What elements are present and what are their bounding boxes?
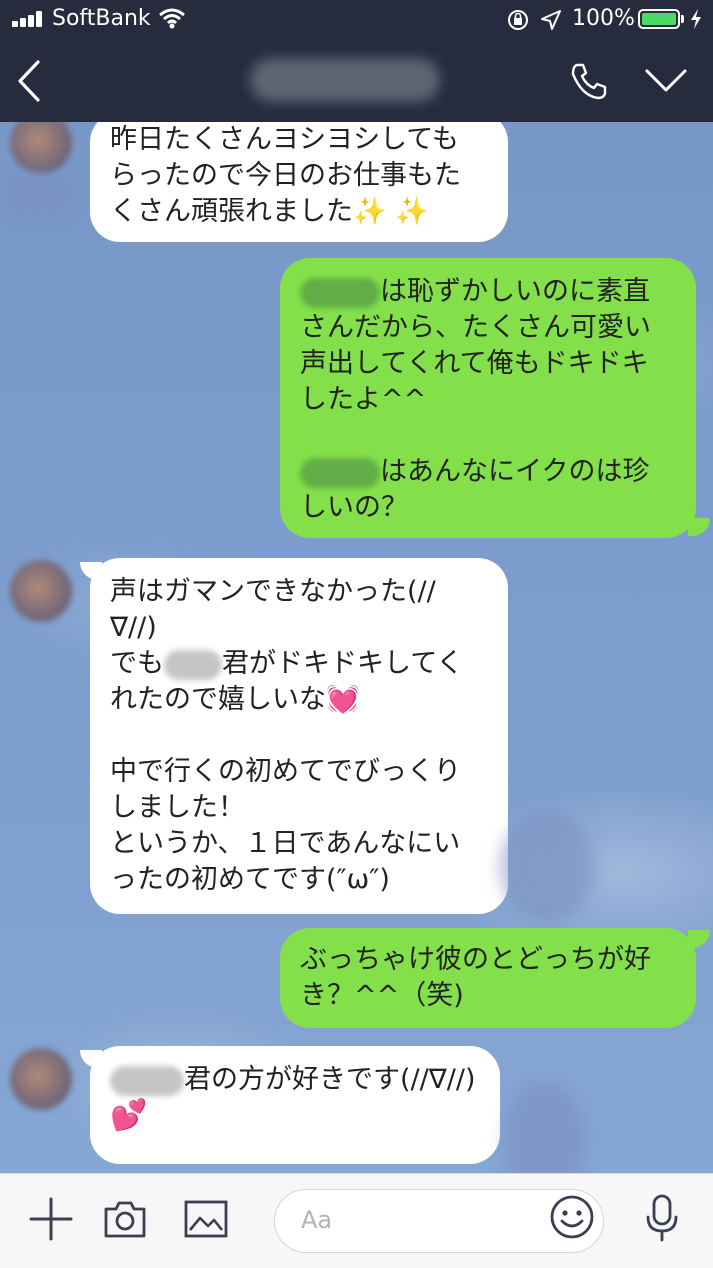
message-list[interactable]: 昨日たくさんヨシヨシしても らったので今日のお仕事もた くさん頑張れました✨ ✨…: [0, 122, 713, 1173]
redacted-name: [300, 277, 380, 308]
image-icon[interactable]: [182, 1196, 230, 1242]
redacted-name: [300, 457, 380, 488]
contact-name: [250, 58, 440, 102]
message-text: [300, 418, 676, 454]
message-text: というか、１日であんなにい: [110, 828, 461, 859]
location-icon: [541, 10, 561, 30]
charging-icon: [691, 9, 701, 29]
bubble-tail: [688, 930, 710, 948]
message-bubble-incoming[interactable]: 君の方が好きです(//∇//) 💕: [90, 1046, 500, 1164]
input-bar: Aa: [0, 1173, 713, 1268]
chevron-down-icon[interactable]: [644, 66, 688, 96]
message-text: 君がドキドキしてく: [222, 648, 464, 679]
message-text: しいの？: [300, 492, 408, 523]
battery-tip: [681, 15, 684, 23]
emoji-icon[interactable]: [548, 1193, 596, 1241]
message-text: はあんなにイクのは珍: [380, 456, 650, 487]
message-text: しました！: [110, 792, 245, 823]
message-text: さんだから、たくさん可愛い: [300, 312, 651, 343]
message-text: 💕: [110, 1098, 148, 1133]
rotation-lock-icon: [508, 10, 528, 30]
camera-icon[interactable]: [102, 1196, 148, 1242]
chat-header: SoftBank 100%: [0, 0, 713, 122]
message-text: 昨日たくさんヨシヨシしても: [110, 124, 459, 155]
message-text: 声出してくれて俺もドキドキ: [300, 348, 649, 379]
wifi-icon: [159, 8, 185, 29]
message-text: でも: [110, 648, 164, 679]
message-text: [110, 718, 488, 754]
plus-icon[interactable]: [28, 1196, 74, 1242]
status-bar: SoftBank 100%: [0, 0, 713, 40]
back-button[interactable]: [12, 58, 48, 104]
message-text: き？^^（笑): [300, 980, 464, 1011]
redacted-name: [110, 1065, 184, 1096]
phone-icon[interactable]: [568, 60, 610, 102]
message-text: は恥ずかしいのに素直: [380, 276, 650, 307]
message-text: くさん頑張れました✨ ✨: [110, 196, 429, 227]
carrier-name: SoftBank: [52, 6, 151, 31]
message-bubble-outgoing[interactable]: ぶっちゃけ彼のとどっちが好 き？^^（笑): [280, 928, 696, 1028]
message-input-placeholder: Aa: [301, 1206, 333, 1234]
message-text: ∇//): [110, 612, 157, 643]
message-text: 君の方が好きです(//∇//): [184, 1064, 476, 1095]
message-bubble-incoming[interactable]: 声はガマンできなかった(// ∇//) でも 君がドキドキしてく れたので嬉しいな…: [90, 558, 508, 914]
redacted-name: [164, 649, 222, 680]
message-text: ぶっちゃけ彼のとどっちが好: [300, 944, 651, 975]
avatar[interactable]: [10, 560, 72, 622]
message-text: らったので今日のお仕事もた: [110, 160, 461, 191]
message-text: 中で行くの初めてでびっくり: [110, 756, 461, 787]
battery-percent: 100%: [572, 6, 635, 31]
bubble-tail: [688, 518, 710, 536]
message-bubble-incoming[interactable]: 昨日たくさんヨシヨシしても らったので今日のお仕事もた くさん頑張れました✨ ✨: [90, 122, 508, 242]
message-text: 声はガマンできなかった(//: [110, 576, 436, 607]
message-bubble-outgoing[interactable]: は恥ずかしいのに素直 さんだから、たくさん可愛い 声出してくれて俺もドキドキ し…: [280, 258, 696, 538]
avatar[interactable]: [10, 122, 72, 174]
message-text: ったの初めてです(″ω″): [110, 864, 390, 895]
battery-icon: [638, 9, 680, 29]
signal-icon: [12, 11, 46, 27]
avatar[interactable]: [10, 1048, 72, 1110]
microphone-icon[interactable]: [640, 1193, 684, 1243]
message-text: れたので嬉しいな💓: [110, 684, 360, 715]
message-text: したよ^^: [300, 384, 427, 415]
